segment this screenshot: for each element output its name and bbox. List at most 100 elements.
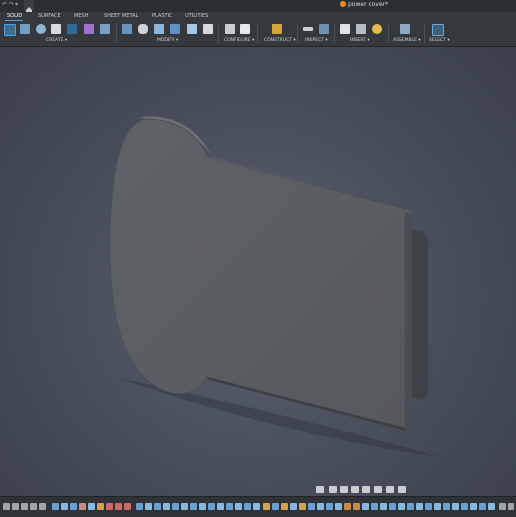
timeline-start-icon[interactable]	[3, 503, 10, 510]
decal-icon[interactable]	[372, 24, 382, 34]
shell-icon[interactable]	[154, 24, 164, 34]
timeline-feature-sketch[interactable]	[70, 503, 77, 510]
timeline-feature-extrude[interactable]	[61, 503, 68, 510]
timeline-feature-plane[interactable]	[263, 503, 270, 510]
tab-utilities[interactable]: UTILITIES	[185, 13, 208, 19]
timeline-feature-plane[interactable]	[281, 503, 288, 510]
redo-icon[interactable]: ↷	[9, 1, 14, 8]
select-menu[interactable]: SELECT ▾	[429, 38, 450, 43]
undo-icon[interactable]: ↶	[2, 1, 7, 8]
timeline-feature-extrude[interactable]	[145, 503, 152, 510]
timeline-next-icon[interactable]	[30, 503, 37, 510]
timeline-feature-extrude[interactable]	[488, 503, 495, 510]
press-pull-icon[interactable]	[122, 24, 132, 34]
timeline-feature-sketch[interactable]	[136, 503, 143, 510]
create-more-icon[interactable]	[100, 24, 110, 34]
timeline-feature-extrude[interactable]	[181, 503, 188, 510]
tab-mesh[interactable]: MESH	[74, 13, 88, 19]
grid-settings-icon[interactable]	[386, 486, 394, 493]
timeline-feature-sketch[interactable]	[154, 503, 161, 510]
timeline-feature-extrude[interactable]	[470, 503, 477, 510]
timeline-feature-extrude[interactable]	[199, 503, 206, 510]
timeline-feature-extrude[interactable]	[317, 503, 324, 510]
timeline-feature-sketch[interactable]	[461, 503, 468, 510]
timeline-feature-sketch[interactable]	[425, 503, 432, 510]
timeline-feature-extrude[interactable]	[335, 503, 342, 510]
viewports-icon[interactable]	[398, 486, 406, 493]
tab-solid[interactable]: SOLID	[7, 13, 22, 19]
tab-sheet-metal[interactable]: SHEET METAL	[104, 13, 138, 19]
timeline-feature-sketch[interactable]	[272, 503, 279, 510]
inspect-menu[interactable]: INSPECT ▾	[305, 38, 328, 43]
rectangular-pattern-icon[interactable]	[67, 24, 77, 34]
timeline-feature-extrude[interactable]	[416, 503, 423, 510]
timeline-feature-fillet[interactable]	[344, 503, 351, 510]
timeline-feature-plane[interactable]	[97, 503, 104, 510]
timeline-feature-sketch[interactable]	[407, 503, 414, 510]
fit-icon[interactable]	[362, 486, 370, 493]
timeline-feature-sketch[interactable]	[226, 503, 233, 510]
timeline-feature-extrude[interactable]	[88, 503, 95, 510]
select-icon[interactable]	[432, 24, 444, 36]
configure-menu[interactable]: CONFIGURE ▾	[224, 38, 254, 43]
timeline-feature-sketch[interactable]	[443, 503, 450, 510]
revolve-icon[interactable]	[36, 24, 46, 34]
timeline-feature-sketch[interactable]	[190, 503, 197, 510]
timeline-feature-sketch[interactable]	[389, 503, 396, 510]
timeline-feature-extrude[interactable]	[217, 503, 224, 510]
move-copy-icon[interactable]	[203, 24, 213, 34]
timeline-feature-cut[interactable]	[106, 503, 113, 510]
timeline-feature-extrude[interactable]	[235, 503, 242, 510]
insert-menu[interactable]: INSERT ▾	[350, 38, 370, 43]
timeline-feature-sketch[interactable]	[326, 503, 333, 510]
quick-access-dropdown-icon[interactable]: ▾	[15, 1, 18, 8]
timeline-settings-icon[interactable]	[508, 503, 514, 510]
home-icon[interactable]	[24, 0, 34, 13]
look-at-icon[interactable]	[329, 486, 337, 493]
construct-menu[interactable]: CONSTRUCT ▾	[264, 38, 296, 43]
timeline-play-icon[interactable]	[21, 503, 28, 510]
timeline-feature-extrude[interactable]	[253, 503, 260, 510]
assemble-menu[interactable]: ASSEMBLE ▾	[393, 38, 421, 43]
timeline-feature-extrude[interactable]	[452, 503, 459, 510]
timeline-feature-sketch[interactable]	[52, 503, 59, 510]
timeline-feature-cut[interactable]	[124, 503, 131, 510]
timeline-feature-extrude[interactable]	[362, 503, 369, 510]
fillet-icon[interactable]	[138, 24, 148, 34]
form-icon[interactable]	[84, 24, 94, 34]
configure-table-icon[interactable]	[225, 24, 235, 34]
create-menu[interactable]: CREATE ▾	[46, 38, 67, 43]
insert-derive-icon[interactable]	[340, 24, 350, 34]
timeline-end-icon[interactable]	[39, 503, 46, 510]
timeline-feature-sketch[interactable]	[308, 503, 315, 510]
timeline-feature-extrude[interactable]	[163, 503, 170, 510]
timeline-feature-sketch[interactable]	[208, 503, 215, 510]
box-icon[interactable]	[51, 24, 61, 34]
insert-mesh-icon[interactable]	[356, 24, 366, 34]
new-sketch-icon[interactable]	[4, 24, 16, 36]
timeline-feature-sketch[interactable]	[244, 503, 251, 510]
timeline-marker[interactable]	[499, 503, 506, 510]
timeline-feature-extrude[interactable]	[290, 503, 297, 510]
tab-surface[interactable]: SURFACE	[38, 13, 61, 19]
timeline-feature-cut[interactable]	[115, 503, 122, 510]
display-settings-icon[interactable]	[374, 486, 382, 493]
joint-icon[interactable]	[400, 24, 410, 34]
pan-icon[interactable]	[340, 486, 348, 493]
timeline-feature-sketch[interactable]	[172, 503, 179, 510]
tab-plastic[interactable]: PLASTIC	[152, 13, 173, 19]
document-tab[interactable]: power cover*	[340, 1, 388, 8]
timeline-feature-fillet[interactable]	[353, 503, 360, 510]
timeline-feature-extrude[interactable]	[398, 503, 405, 510]
3d-viewport[interactable]	[0, 47, 516, 496]
timeline-feature-plane[interactable]	[299, 503, 306, 510]
modify-menu[interactable]: MODIFY ▾	[157, 38, 178, 43]
combine-icon[interactable]	[170, 24, 180, 34]
timeline-feature-cut[interactable]	[79, 503, 86, 510]
section-analysis-icon[interactable]	[319, 24, 329, 34]
timeline-feature-sketch[interactable]	[479, 503, 486, 510]
timeline-feature-extrude[interactable]	[434, 503, 441, 510]
configure-theme-icon[interactable]	[240, 24, 250, 34]
split-body-icon[interactable]	[187, 24, 197, 34]
measure-icon[interactable]	[303, 27, 313, 31]
